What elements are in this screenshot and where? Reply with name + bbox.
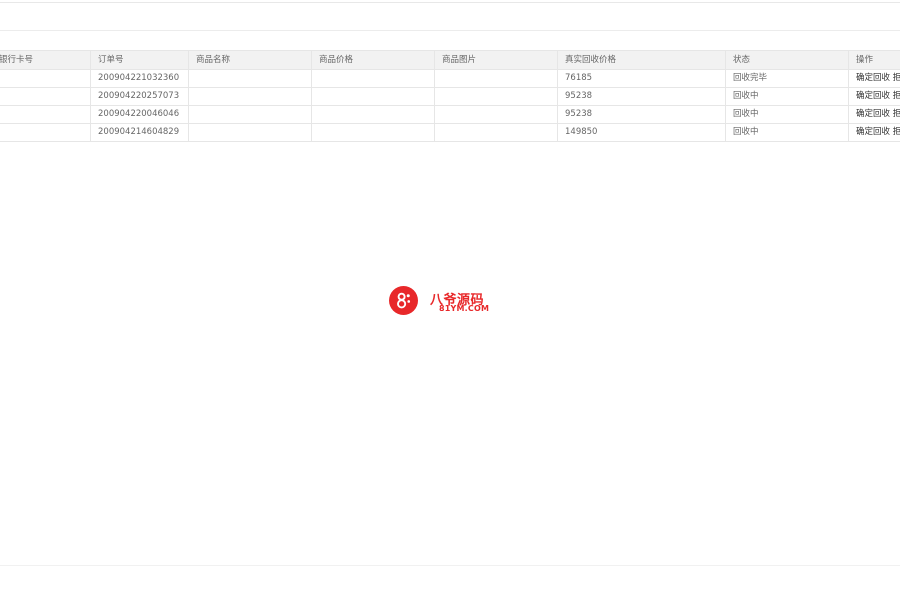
column-header-action: 操作 — [848, 50, 900, 70]
confirm-recycle-link[interactable]: 确定回收 拒 — [848, 69, 900, 88]
column-header-order-no[interactable]: 订单号 — [90, 50, 189, 70]
orders-table: 银行卡号 订单号 商品名称 商品价格 商品图片 真实回收价格 状态 操作 200… — [0, 50, 900, 142]
cell-bank-card — [0, 87, 91, 106]
cell-order-no: 200904220257073 — [90, 87, 189, 106]
cell-product-name — [188, 69, 312, 88]
cell-order-no: 200904221032360 — [90, 69, 189, 88]
toolbar-divider — [0, 30, 900, 31]
cell-real-price: 149850 — [557, 123, 726, 142]
cell-real-price: 76185 — [557, 69, 726, 88]
top-divider — [0, 2, 900, 3]
cell-bank-card — [0, 69, 91, 88]
cell-order-no: 200904214604829 — [90, 123, 189, 142]
cell-real-price: 95238 — [557, 87, 726, 106]
cell-order-no: 200904220046046 — [90, 105, 189, 124]
table-row[interactable]: 200904214604829 149850 回收中 确定回收 拒 — [0, 123, 900, 142]
cell-status: 回收中 — [725, 123, 849, 142]
column-header-product-price[interactable]: 商品价格 — [311, 50, 435, 70]
bottom-divider — [0, 565, 900, 566]
column-header-product-image[interactable]: 商品图片 — [434, 50, 558, 70]
81ym-logo-icon — [389, 286, 418, 315]
cell-bank-card — [0, 123, 91, 142]
cell-product-name — [188, 105, 312, 124]
watermark: 八爷源码 81YM.COM — [389, 285, 501, 315]
watermark-subtitle: 81YM.COM — [439, 304, 490, 313]
cell-product-price — [311, 69, 435, 88]
column-header-bank-card[interactable]: 银行卡号 — [0, 50, 91, 70]
cell-status: 回收完毕 — [725, 69, 849, 88]
cell-product-image — [434, 69, 558, 88]
cell-bank-card — [0, 105, 91, 124]
column-header-status[interactable]: 状态 — [725, 50, 849, 70]
cell-product-image — [434, 87, 558, 106]
cell-real-price: 95238 — [557, 105, 726, 124]
cell-product-image — [434, 105, 558, 124]
table-row[interactable]: 200904220257073 95238 回收中 确定回收 拒 — [0, 87, 900, 106]
cell-product-price — [311, 123, 435, 142]
logo-glyph-icon — [397, 292, 411, 309]
cell-status: 回收中 — [725, 87, 849, 106]
cell-product-image — [434, 123, 558, 142]
column-header-real-price[interactable]: 真实回收价格 — [557, 50, 726, 70]
confirm-recycle-link[interactable]: 确定回收 拒 — [848, 105, 900, 124]
cell-product-name — [188, 123, 312, 142]
cell-product-price — [311, 87, 435, 106]
cell-status: 回收中 — [725, 105, 849, 124]
table-row[interactable]: 200904221032360 76185 回收完毕 确定回收 拒 — [0, 69, 900, 88]
column-header-product-name[interactable]: 商品名称 — [188, 50, 312, 70]
confirm-recycle-link[interactable]: 确定回收 拒 — [848, 87, 900, 106]
cell-product-name — [188, 87, 312, 106]
cell-product-price — [311, 105, 435, 124]
table-header-row: 银行卡号 订单号 商品名称 商品价格 商品图片 真实回收价格 状态 操作 — [0, 50, 900, 70]
table-row[interactable]: 200904220046046 95238 回收中 确定回收 拒 — [0, 105, 900, 124]
confirm-recycle-link[interactable]: 确定回收 拒 — [848, 123, 900, 142]
